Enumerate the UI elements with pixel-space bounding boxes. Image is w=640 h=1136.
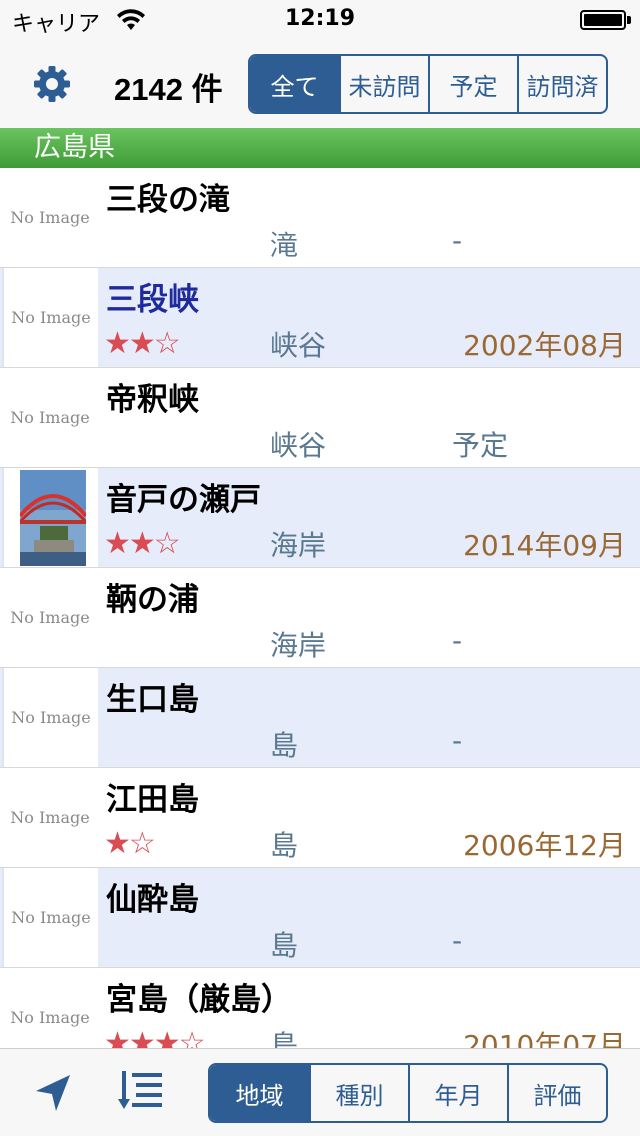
spot-name: 音戸の瀬戸: [106, 482, 261, 518]
list-item[interactable]: No Image 江田島 ★☆ 島 2006年12月: [0, 768, 640, 868]
rating-stars: ★☆: [104, 826, 156, 861]
list-item[interactable]: 音戸の瀬戸 ★★☆ 海岸 2014年09月: [0, 468, 640, 568]
section-header: 広島県: [0, 128, 640, 168]
no-image-label: No Image: [10, 808, 90, 827]
sort-region[interactable]: 地域: [210, 1065, 309, 1121]
rating-stars: ★★☆: [104, 326, 181, 361]
visit-date: 2010年07月: [463, 1029, 626, 1048]
navigation-bar: 2142 件 全て 未訪問 予定 訪問済: [0, 40, 640, 128]
list-item[interactable]: No Image 鞆の浦 海岸 -: [0, 568, 640, 668]
spot-kind: 島: [270, 929, 299, 962]
no-image-label: No Image: [11, 308, 91, 327]
status-bar: キャリア 12:19: [0, 0, 640, 40]
visit-status: -: [452, 624, 463, 657]
thumbnail: No Image: [2, 968, 98, 1048]
spot-kind: 島: [270, 1029, 299, 1048]
spot-name: 生口島: [106, 682, 199, 718]
spot-name: 宮島（厳島）: [106, 982, 292, 1018]
bottom-toolbar: 地域 種別 年月 評価: [0, 1048, 640, 1136]
no-image-label: No Image: [10, 1008, 90, 1027]
filter-all[interactable]: 全て: [250, 56, 339, 112]
spot-kind: 海岸: [270, 529, 327, 562]
no-image-label: No Image: [10, 208, 90, 227]
thumbnail: No Image: [2, 268, 98, 367]
visit-status: -: [452, 924, 463, 957]
sort-rating[interactable]: 評価: [506, 1065, 606, 1121]
bridge-photo: [20, 470, 86, 566]
no-image-label: No Image: [11, 708, 91, 727]
filter-unvisited[interactable]: 未訪問: [339, 56, 428, 112]
thumbnail: [2, 468, 98, 567]
spot-name: 仙酔島: [106, 882, 199, 918]
thumbnail: No Image: [2, 568, 98, 667]
filter-planned[interactable]: 予定: [428, 56, 517, 112]
visit-date: 2014年09月: [463, 529, 626, 562]
visit-status: -: [452, 724, 463, 757]
spot-name: 三段の滝: [106, 182, 230, 218]
battery-tip: [627, 16, 631, 24]
rating-stars: ★★★☆: [104, 1026, 206, 1048]
location-arrow-icon[interactable]: [34, 1071, 74, 1113]
list-item[interactable]: No Image 仙酔島 島 -: [0, 868, 640, 968]
visit-status: 予定: [452, 429, 509, 462]
spot-kind: 峡谷: [270, 429, 327, 462]
spot-kind: 滝: [270, 229, 299, 262]
no-image-label: No Image: [11, 908, 91, 927]
thumbnail: No Image: [2, 668, 98, 767]
spot-name: 鞆の浦: [106, 582, 199, 618]
sort-segmented-control: 地域 種別 年月 評価: [208, 1063, 608, 1123]
spot-kind: 海岸: [270, 629, 327, 662]
list-item[interactable]: No Image 宮島（厳島） ★★★☆ 島 2010年07月: [0, 968, 640, 1048]
visit-filter-segmented-control: 全て 未訪問 予定 訪問済: [248, 54, 608, 114]
spot-kind: 島: [270, 829, 299, 862]
spot-name: 江田島: [106, 782, 199, 818]
battery-icon: [580, 10, 626, 30]
sort-date[interactable]: 年月: [407, 1065, 507, 1121]
visit-date: 2006年12月: [463, 829, 626, 862]
spot-name: 三段峡: [106, 282, 199, 318]
list-sort-icon[interactable]: [118, 1069, 164, 1115]
rating-stars: ★★☆: [104, 526, 181, 561]
visit-status: -: [452, 224, 463, 257]
thumbnail: No Image: [2, 168, 98, 267]
clock: 12:19: [284, 6, 356, 31]
filter-visited[interactable]: 訪問済: [517, 56, 606, 112]
thumbnail: No Image: [2, 768, 98, 867]
thumbnail: No Image: [2, 368, 98, 467]
item-count: 2142 件: [114, 72, 223, 107]
thumbnail: No Image: [2, 868, 98, 967]
spot-kind: 峡谷: [270, 329, 327, 362]
spot-name: 帝釈峡: [106, 382, 199, 418]
gear-icon[interactable]: [32, 64, 72, 104]
list-item[interactable]: No Image 生口島 島 -: [0, 668, 640, 768]
list-item[interactable]: No Image 帝釈峡 峡谷 予定: [0, 368, 640, 468]
spot-kind: 島: [270, 729, 299, 762]
list-item[interactable]: No Image 三段峡 ★★☆ 峡谷 2002年08月: [0, 268, 640, 368]
sort-type[interactable]: 種別: [308, 1065, 408, 1121]
list-item[interactable]: No Image 三段の滝 滝 -: [0, 168, 640, 268]
no-image-label: No Image: [10, 408, 90, 427]
visit-date: 2002年08月: [463, 329, 626, 362]
spot-list: No Image 三段の滝 滝 - No Image 三段峡 ★★☆ 峡谷 20…: [0, 168, 640, 1048]
no-image-label: No Image: [10, 608, 90, 627]
